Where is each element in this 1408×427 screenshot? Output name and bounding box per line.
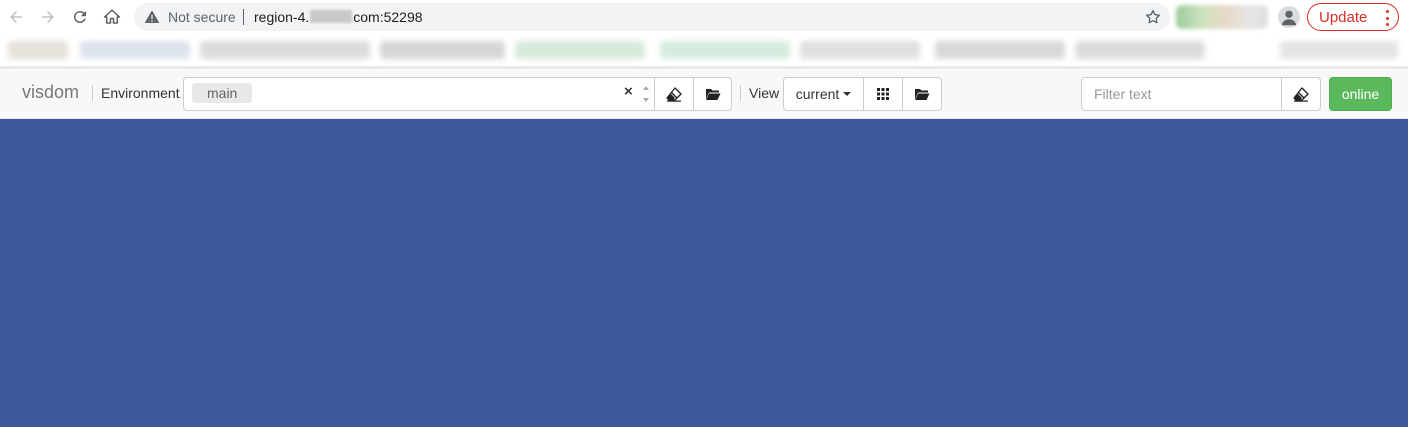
extensions-area[interactable] xyxy=(1176,5,1268,29)
arrow-left-icon xyxy=(10,11,22,23)
bookmark-item[interactable] xyxy=(80,41,190,59)
spinner-arrows-icon[interactable] xyxy=(640,81,652,107)
clear-environment-icon[interactable]: × xyxy=(624,83,633,100)
bookmarks-bar xyxy=(0,34,1408,66)
clear-filter-button[interactable] xyxy=(1281,77,1321,111)
manage-environments-button[interactable] xyxy=(693,77,732,111)
environment-label: Environment xyxy=(101,85,180,101)
back-button[interactable] xyxy=(4,5,28,29)
folder-open-icon xyxy=(915,89,930,100)
bookmark-item[interactable] xyxy=(8,41,68,59)
redacted-url-part xyxy=(310,10,353,23)
view-selected-value: current xyxy=(795,86,840,102)
clear-environment-button[interactable] xyxy=(654,77,694,111)
more-vert-icon xyxy=(1385,10,1389,26)
bookmark-item[interactable] xyxy=(1075,41,1205,59)
folder-open-icon xyxy=(705,89,720,100)
connection-status-button[interactable]: online xyxy=(1329,77,1392,111)
eraser-icon xyxy=(666,87,682,102)
manage-views-button[interactable] xyxy=(902,77,942,111)
reload-icon xyxy=(73,11,86,24)
view-dropdown[interactable]: current xyxy=(783,77,864,111)
caret-down-icon xyxy=(843,92,852,96)
warning-icon xyxy=(144,10,160,23)
bookmark-item[interactable] xyxy=(660,41,790,59)
bookmark-item[interactable] xyxy=(380,41,505,59)
environment-select[interactable]: main × xyxy=(183,77,655,111)
url-text: region-4. com:52298 xyxy=(254,9,423,25)
url-suffix: com:52298 xyxy=(353,9,423,25)
forward-button[interactable] xyxy=(36,5,60,29)
profile-avatar[interactable] xyxy=(1278,6,1300,28)
home-icon xyxy=(103,9,121,24)
view-label: View xyxy=(749,85,780,101)
brand-logo[interactable]: visdom xyxy=(22,82,79,103)
update-button[interactable]: Update xyxy=(1307,3,1399,31)
bookmark-item[interactable] xyxy=(935,41,1065,59)
url-divider xyxy=(243,9,244,25)
visdom-navbar: visdom Environment main × View current o… xyxy=(0,69,1408,119)
repack-grid-button[interactable] xyxy=(863,77,903,111)
bookmark-item[interactable] xyxy=(200,41,370,59)
not-secure-label: Not secure xyxy=(168,9,236,25)
grid-icon xyxy=(877,88,889,100)
navbar-divider xyxy=(740,85,741,101)
bookmark-item[interactable] xyxy=(800,41,920,59)
bookmark-item[interactable] xyxy=(1280,41,1398,59)
browser-tab-bar: Not secure region-4. com:52298 Update xyxy=(0,0,1408,34)
filter-text-input[interactable] xyxy=(1081,77,1282,111)
empty-workspace xyxy=(0,119,1408,427)
bookmark-item[interactable] xyxy=(515,41,645,59)
person-icon xyxy=(1281,10,1297,26)
bookmark-star-icon[interactable] xyxy=(1144,8,1162,26)
home-button[interactable] xyxy=(100,5,124,29)
navbar-divider xyxy=(92,85,93,101)
eraser-icon xyxy=(1293,87,1309,102)
reload-button[interactable] xyxy=(68,5,92,29)
address-bar[interactable]: Not secure region-4. com:52298 xyxy=(134,3,1170,31)
arrow-right-icon xyxy=(42,11,54,23)
update-label: Update xyxy=(1319,8,1368,26)
url-prefix: region-4. xyxy=(254,9,310,25)
environment-chip[interactable]: main xyxy=(192,83,253,103)
